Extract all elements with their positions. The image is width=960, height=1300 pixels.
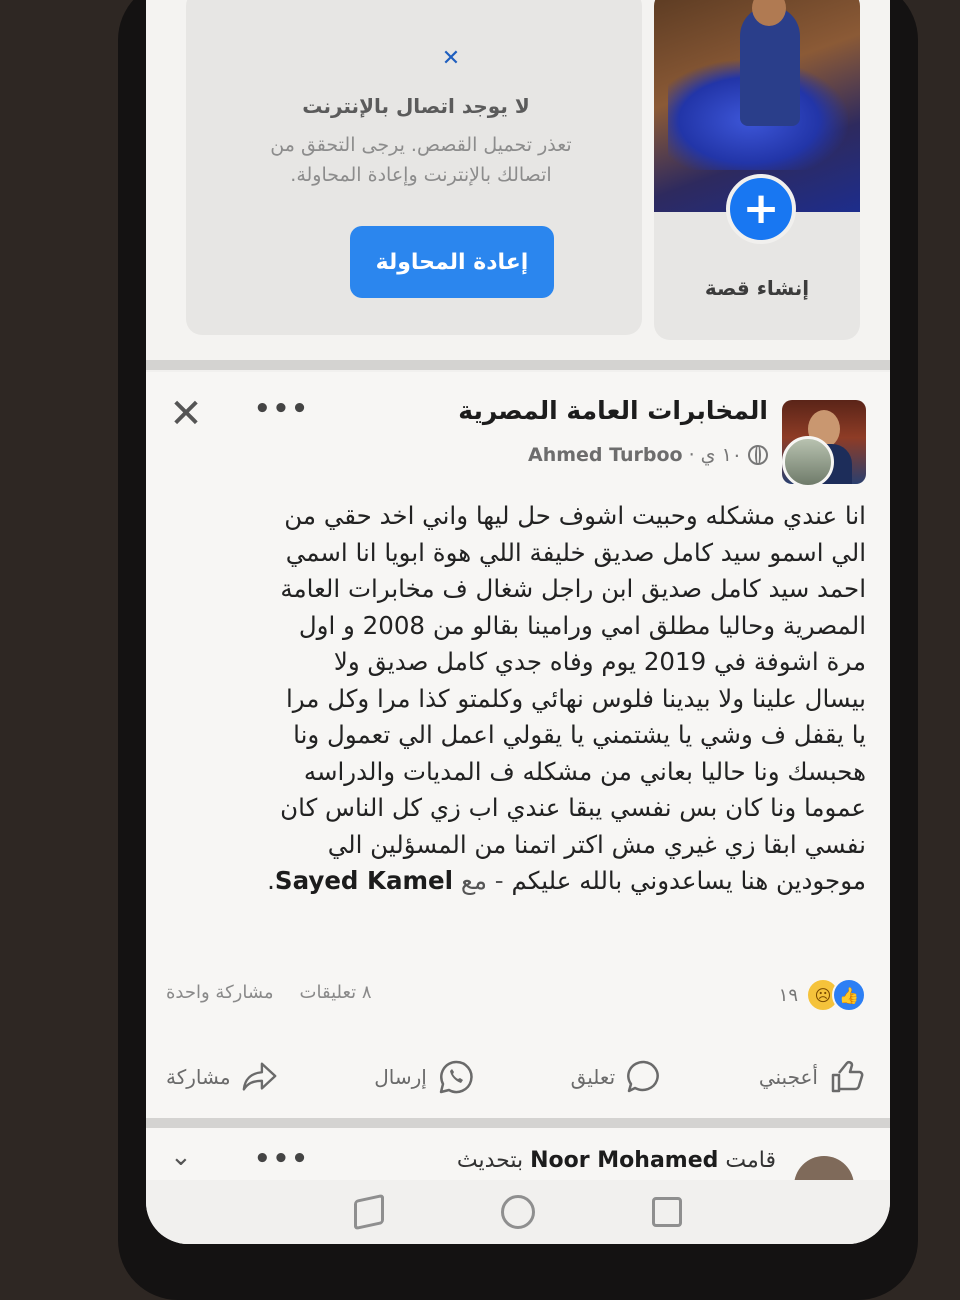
whatsapp-icon xyxy=(437,1058,475,1096)
post-time[interactable]: ١٠ ي xyxy=(701,444,742,466)
post-line: مرة اشوفة في 2019 يوم وفاه جدي كامل صديق… xyxy=(333,647,866,676)
system-nav-bar xyxy=(146,1180,890,1244)
share-label: مشاركة xyxy=(166,1065,231,1089)
meta-dot: · xyxy=(688,444,695,466)
next-post-author[interactable]: Noor Mohamed xyxy=(530,1148,718,1173)
post-stats: 👍 ☹ ١٩ ٨ تعليقات مشاركة واحدة xyxy=(166,978,866,1012)
chevron-down-icon[interactable]: ⌄ xyxy=(170,1142,192,1172)
post-actions: أعجبني تعليق إرسال مشاركة xyxy=(166,1052,866,1102)
create-story-card[interactable]: + إنشاء قصة xyxy=(654,0,860,340)
shares-count[interactable]: مشاركة واحدة xyxy=(166,982,274,1003)
post-meta: ١٠ ي · Ahmed Turboo xyxy=(446,444,768,466)
comment-bubble-icon xyxy=(625,1058,663,1096)
next-post-title: بتحديث Noor Mohamed قامت xyxy=(346,1148,776,1173)
send-button[interactable]: إرسال xyxy=(374,1052,475,1102)
divider xyxy=(146,1118,890,1128)
tagged-user[interactable]: Sayed Kamel xyxy=(275,866,453,895)
post-line: هحبسك ونا حاليا بعاني من مشكله ف المديات… xyxy=(303,756,866,786)
author-avatar[interactable] xyxy=(782,436,834,488)
next-post-suffix: بتحديث xyxy=(456,1148,524,1173)
hide-post-close-icon[interactable]: ✕ xyxy=(166,394,206,434)
share-arrow-icon xyxy=(241,1058,279,1096)
add-story-plus-icon[interactable]: + xyxy=(726,174,796,244)
post-author[interactable]: Ahmed Turboo xyxy=(528,444,683,466)
feed-post: ✕ ••• المخابرات العامة المصرية ١٠ ي · Ah… xyxy=(146,372,890,1118)
no-connection-message: تعذر تحميل القصص. يرجى التحقق من اتصالك … xyxy=(256,130,586,190)
next-post-header: ⌄ ••• بتحديث Noor Mohamed قامت xyxy=(146,1128,890,1216)
send-label: إرسال xyxy=(374,1065,427,1089)
divider xyxy=(146,360,890,370)
like-label: أعجبني xyxy=(758,1065,818,1089)
comment-label: تعليق xyxy=(570,1065,616,1089)
post-line: الي اسمو سيد كامل صديق خليفة اللي هوة اب… xyxy=(285,537,866,567)
tag-period: . xyxy=(267,866,275,895)
more-options-icon[interactable]: ••• xyxy=(254,394,308,424)
post-line: عموما ونا كان بس نفسي يبقا عندي اب زي كل… xyxy=(280,793,866,822)
stories-error-card: ✕ لا يوجد اتصال بالإنترنت تعذر تحميل الق… xyxy=(186,0,642,335)
message-line: تعذر تحميل القصص. يرجى التحقق من xyxy=(270,134,572,156)
reaction-count: ١٩ xyxy=(778,984,798,1006)
post-line: انا عندي مشكله وحبيت اشوف حل ليها واني ا… xyxy=(284,501,866,530)
post-line-last: موجودين هنا يساعدوني بالله عليكم - مع Sa… xyxy=(182,863,866,900)
post-line: موجودين هنا يساعدوني بالله عليكم xyxy=(511,866,866,895)
comments-count[interactable]: ٨ تعليقات xyxy=(300,982,372,1003)
thumbs-up-icon xyxy=(828,1058,866,1096)
post-line: احمد سيد كامل صديق ابن راجل شغال ف مخابر… xyxy=(280,574,866,603)
phone-screen: ✕ لا يوجد اتصال بالإنترنت تعذر تحميل الق… xyxy=(146,0,890,1244)
post-body: انا عندي مشكله وحبيت اشوف حل ليها واني ا… xyxy=(182,498,866,900)
retry-button[interactable]: إعادة المحاولة xyxy=(350,226,554,298)
like-reaction-icon: 👍 xyxy=(832,978,866,1012)
like-button[interactable]: أعجبني xyxy=(759,1052,866,1102)
globe-icon xyxy=(748,445,768,465)
page-name[interactable]: المخابرات العامة المصرية xyxy=(446,396,768,425)
message-line: اتصالك بالإنترنت وإعادة المحاولة. xyxy=(290,164,552,186)
post-line: المصرية وحاليا مطلق امي ورامينا بقالو من… xyxy=(298,610,866,640)
create-story-label: إنشاء قصة xyxy=(704,276,810,300)
recent-apps-icon[interactable] xyxy=(651,1197,682,1227)
share-button[interactable]: مشاركة xyxy=(166,1052,279,1102)
no-connection-title: لا يوجد اتصال بالإنترنت xyxy=(302,94,530,118)
post-line: بيسال علينا ولا بيدينا فلوس نهائي وكلمتو… xyxy=(285,683,866,713)
close-icon: ✕ xyxy=(441,46,461,71)
stories-strip: ✕ لا يوجد اتصال بالإنترنت تعذر تحميل الق… xyxy=(146,0,890,360)
more-options-icon[interactable]: ••• xyxy=(254,1144,310,1174)
home-icon[interactable] xyxy=(500,1195,535,1229)
engagement-counts: ٨ تعليقات مشاركة واحدة xyxy=(166,982,372,1003)
post-line: يا يقفل ف وشي يا يشتمني يا يقولي اعمل ال… xyxy=(293,720,866,749)
reactions-summary[interactable]: 👍 ☹ ١٩ xyxy=(779,978,866,1012)
with-label: - مع xyxy=(460,866,504,895)
comment-button[interactable]: تعليق xyxy=(571,1052,664,1102)
post-line: نفسي ابقا زي غيري مش اكتر اتمنا من المسؤ… xyxy=(327,829,866,859)
back-icon[interactable] xyxy=(354,1193,385,1231)
next-post-prefix: قامت xyxy=(725,1148,776,1173)
